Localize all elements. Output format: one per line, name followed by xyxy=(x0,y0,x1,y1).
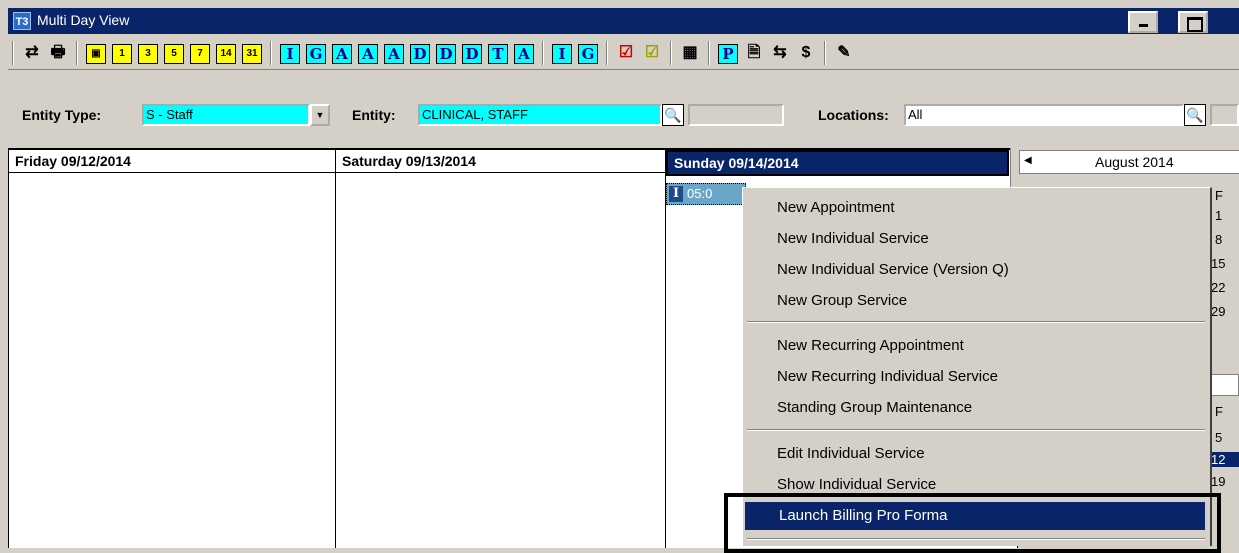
calendar-date[interactable]: 1 xyxy=(1215,208,1222,223)
individual-button[interactable]: I xyxy=(280,44,300,64)
day-header-selected: Sunday 09/14/2014 xyxy=(666,150,1009,176)
day7-button[interactable]: 7 xyxy=(190,44,210,64)
day14-button[interactable]: 14 xyxy=(216,44,236,64)
search-icon: 🔍 xyxy=(664,107,682,123)
report-icon[interactable]: 🗎 xyxy=(744,44,764,64)
locations-field[interactable]: All xyxy=(904,104,1184,126)
check-yellow-icon[interactable]: ☑ xyxy=(642,44,662,64)
refresh-icon[interactable]: ⇄ xyxy=(22,44,42,64)
day1-button[interactable]: 1 xyxy=(112,44,132,64)
maximize-icon xyxy=(1187,17,1203,32)
appointment-green-button[interactable]: A xyxy=(384,44,404,64)
calendar-date-selected[interactable]: 12 xyxy=(1211,452,1239,467)
entity-type-label: Entity Type: xyxy=(22,107,102,123)
d-yellow-button[interactable]: D xyxy=(436,44,456,64)
locations-code-field[interactable] xyxy=(1210,104,1239,126)
menu-item-new-individual-service-version-q[interactable]: New Individual Service (Version Q) xyxy=(743,256,1209,284)
highlight-box xyxy=(724,493,1221,553)
notes-icon[interactable]: ✎ xyxy=(834,44,854,64)
calendar-date[interactable]: 8 xyxy=(1215,232,1222,247)
day3-button[interactable]: 3 xyxy=(138,44,158,64)
transfer-icon[interactable]: ⇆ xyxy=(770,44,790,64)
menu-separator xyxy=(747,321,1205,323)
print-icon[interactable]: 🖶 xyxy=(48,44,68,64)
menu-item-edit-individual-service[interactable]: Edit Individual Service xyxy=(743,440,1209,468)
toolbar-separator xyxy=(606,41,608,65)
t-button[interactable]: T xyxy=(488,44,508,64)
entity-field[interactable]: CLINICAL, STAFF xyxy=(418,104,662,126)
maximize-button[interactable] xyxy=(1178,11,1208,33)
appointment-button[interactable]: A xyxy=(332,44,352,64)
menu-item-standing-group-maintenance[interactable]: Standing Group Maintenance xyxy=(743,394,1209,422)
toolbar-separator xyxy=(708,41,710,65)
toolbar-separator xyxy=(270,41,272,65)
filter-bar: Entity Type: S - Staff ▼ Entity: CLINICA… xyxy=(8,73,1239,147)
d-button[interactable]: D xyxy=(410,44,430,64)
search-icon: 🔍 xyxy=(1186,107,1204,123)
calendar-month: August 2014 xyxy=(1095,154,1174,170)
title-bar: T3 Multi Day View xyxy=(8,8,1239,34)
day-column[interactable]: Saturday 09/13/2014 xyxy=(336,150,666,548)
g2-button[interactable]: G xyxy=(578,44,598,64)
menu-item-new-appointment[interactable]: New Appointment xyxy=(743,194,1209,222)
toolbar: ⇄ 🖶 ▣ 1 3 5 7 14 31 I G A A A D D D T A I G ☑ ☑ ▦ P 🗎 ⇆ $ ✎ xyxy=(8,36,1239,70)
a2-button[interactable]: A xyxy=(514,44,534,64)
entity-type-select[interactable]: S - Staff xyxy=(142,104,310,126)
group-button[interactable]: G xyxy=(306,44,326,64)
entity-code-field[interactable] xyxy=(688,104,784,126)
check-red-icon[interactable]: ☑ xyxy=(616,44,636,64)
chevron-down-icon: ▼ xyxy=(315,110,325,120)
calendar-weekday: F xyxy=(1215,188,1223,203)
entity-type-dropdown-button[interactable]: ▼ xyxy=(310,104,330,126)
previous-month-icon[interactable]: ◀ xyxy=(1024,155,1032,166)
day-header: Saturday 09/13/2014 xyxy=(336,150,665,173)
menu-item-new-group-service[interactable]: New Group Service xyxy=(743,287,1209,315)
toolbar-separator xyxy=(670,41,672,65)
app-icon: T3 xyxy=(13,12,31,30)
toolbar-separator xyxy=(542,41,544,65)
appointment-block[interactable]: I 05:0 xyxy=(666,183,746,205)
calendar-today-button[interactable]: ▣ xyxy=(86,44,106,64)
d-green-button[interactable]: D xyxy=(462,44,482,64)
menu-item-new-individual-service[interactable]: New Individual Service xyxy=(743,225,1209,253)
locations-search-button[interactable]: 🔍 xyxy=(1184,104,1206,126)
p-button[interactable]: P xyxy=(718,44,738,64)
entity-label: Entity: xyxy=(352,107,396,123)
entity-search-button[interactable]: 🔍 xyxy=(662,104,684,126)
calendar-date[interactable]: 19 xyxy=(1211,474,1225,489)
menu-separator xyxy=(747,429,1205,431)
day-column[interactable]: Friday 09/12/2014 xyxy=(8,150,336,548)
appointment-time: 05:0 xyxy=(687,186,713,201)
locations-label: Locations: xyxy=(818,107,889,123)
appointment-yellow-button[interactable]: A xyxy=(358,44,378,64)
window-title: Multi Day View xyxy=(37,12,130,28)
toolbar-separator xyxy=(824,41,826,65)
individual-service-icon: I xyxy=(669,186,683,202)
calendar-weekday: F xyxy=(1215,404,1223,419)
minimize-button[interactable] xyxy=(1128,11,1158,33)
toolbar-separator xyxy=(12,41,14,65)
toolbar-separator xyxy=(76,41,78,65)
grid-icon[interactable]: ▦ xyxy=(680,44,700,64)
menu-item-new-recurring-appointment[interactable]: New Recurring Appointment xyxy=(743,332,1209,360)
day31-button[interactable]: 31 xyxy=(242,44,262,64)
minimize-icon xyxy=(1139,24,1148,27)
billing-icon[interactable]: $ xyxy=(796,44,816,64)
calendar-date[interactable]: 5 xyxy=(1215,430,1222,445)
calendar-date[interactable]: 15 xyxy=(1211,256,1225,271)
calendar-date[interactable]: 22 xyxy=(1211,280,1225,295)
day5-button[interactable]: 5 xyxy=(164,44,184,64)
calendar-header: ◀ August 2014 xyxy=(1019,150,1239,174)
calendar-date[interactable]: 29 xyxy=(1211,304,1225,319)
day-header: Friday 09/12/2014 xyxy=(9,150,335,173)
menu-item-new-recurring-individual-service[interactable]: New Recurring Individual Service xyxy=(743,363,1209,391)
i2-button[interactable]: I xyxy=(552,44,572,64)
